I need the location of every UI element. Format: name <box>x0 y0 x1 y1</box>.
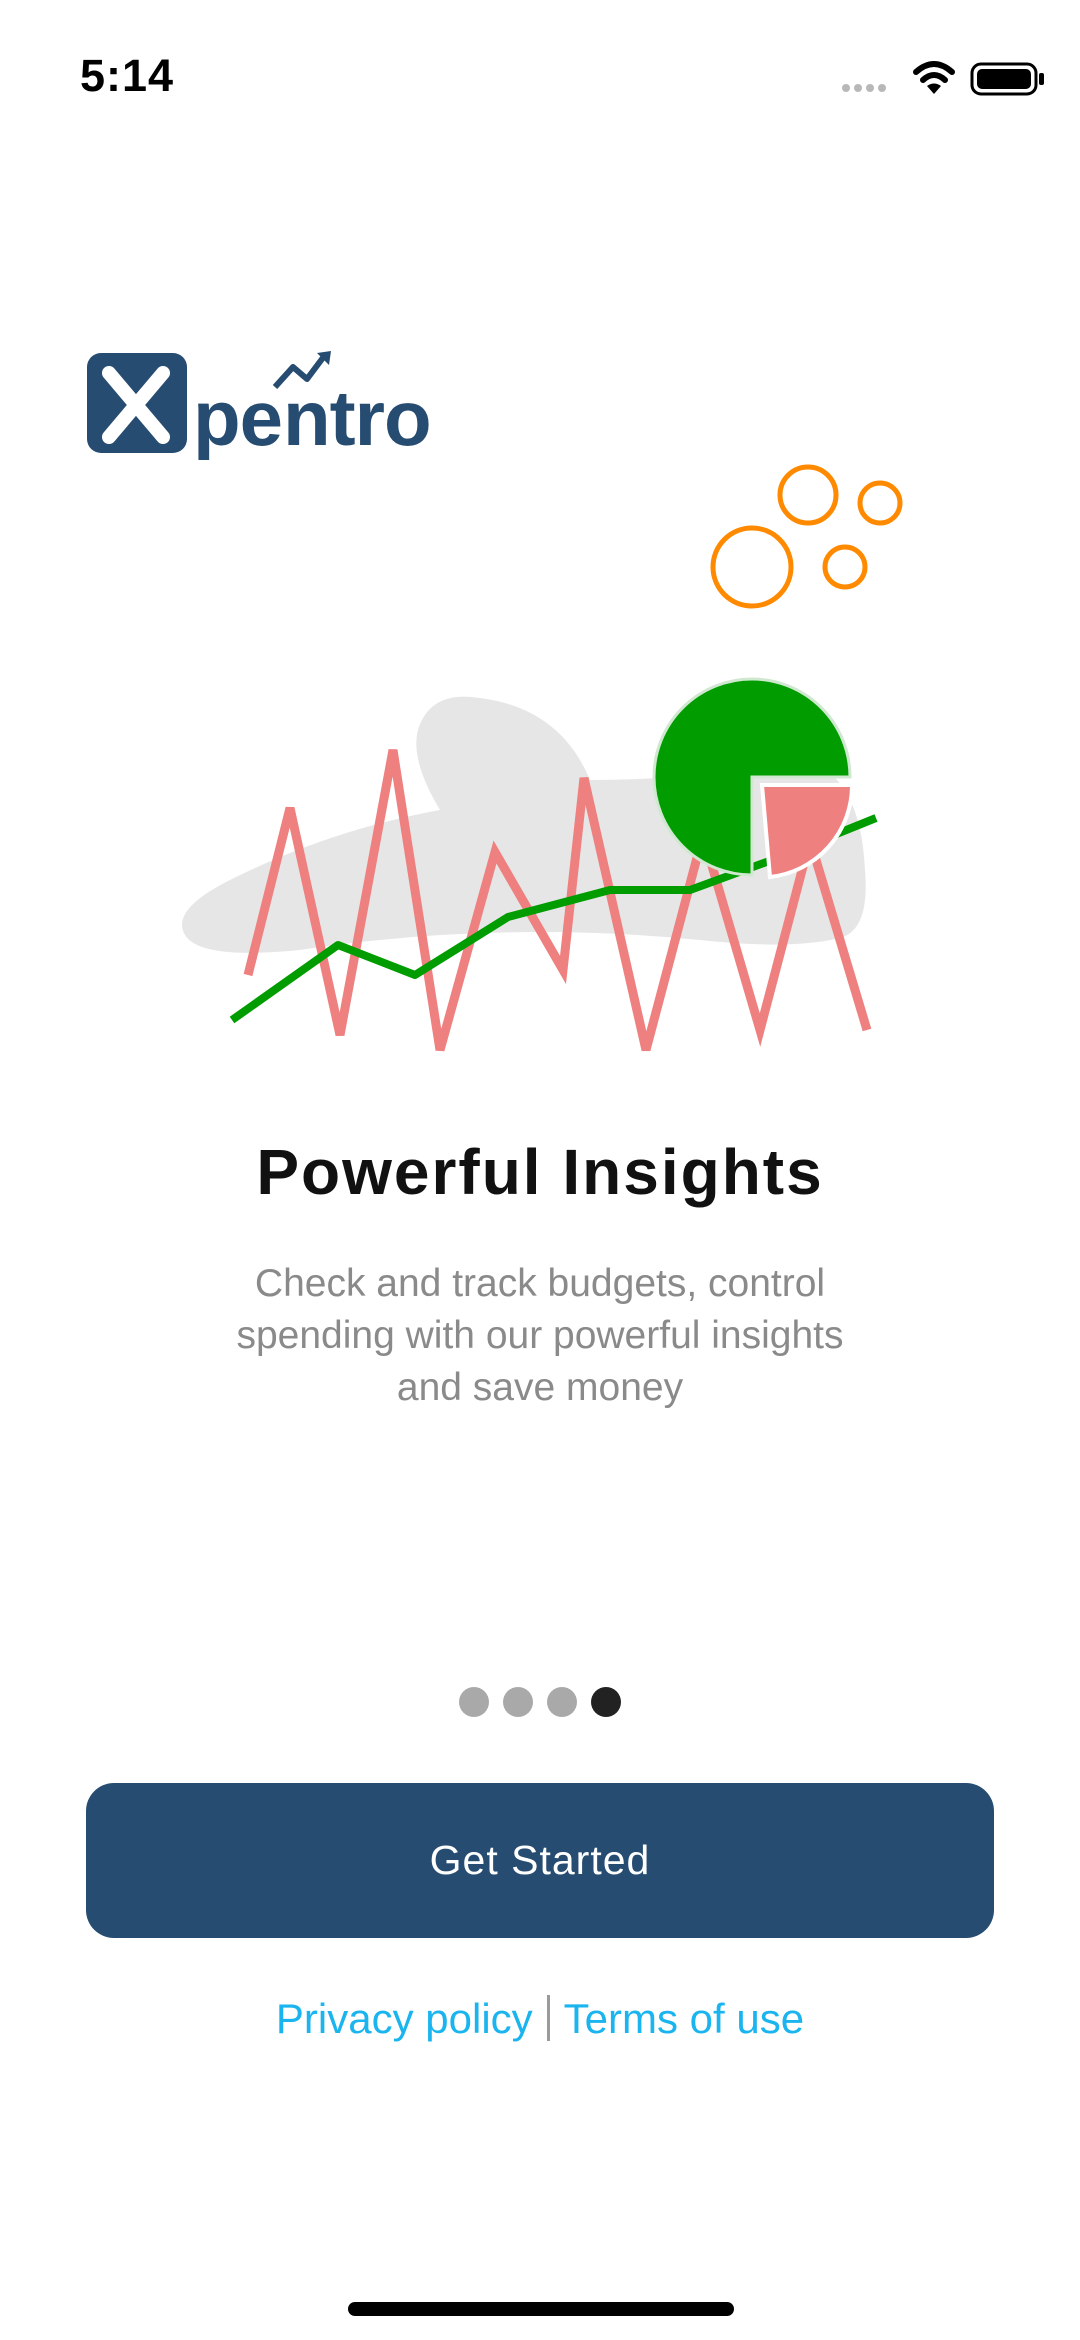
terms-of-use-link[interactable]: Terms of use <box>564 1995 804 2042</box>
page-dot-3[interactable] <box>547 1687 577 1717</box>
get-started-button[interactable]: Get Started <box>86 1783 994 1938</box>
battery-icon <box>970 62 1044 96</box>
privacy-policy-link[interactable]: Privacy policy <box>276 1995 533 2042</box>
page-dot-4-active[interactable] <box>591 1687 621 1717</box>
status-icons <box>842 61 1044 96</box>
page-dot-2[interactable] <box>503 1687 533 1717</box>
link-separator <box>546 1994 550 2041</box>
wifi-icon <box>913 61 955 94</box>
cellular-signal-icon <box>842 84 886 92</box>
status-bar: 5:14 <box>0 0 1080 150</box>
page-indicator <box>0 1687 1080 1717</box>
legal-links: Privacy policy Terms of use <box>0 1994 1080 2045</box>
insights-illustration <box>182 464 903 1052</box>
bubbles-decoration <box>710 464 903 609</box>
pie-chart <box>652 677 855 880</box>
page-title: Powerful Insights <box>256 1136 824 1208</box>
home-indicator[interactable] <box>348 2302 734 2316</box>
page-dot-1[interactable] <box>459 1687 489 1717</box>
page-description: Check and track budgets, control spendin… <box>236 1262 844 1409</box>
onboarding-screen: 5:14 pe ntro Powerful Insights Check and… <box>0 0 1080 2340</box>
status-time: 5:14 <box>80 50 175 101</box>
